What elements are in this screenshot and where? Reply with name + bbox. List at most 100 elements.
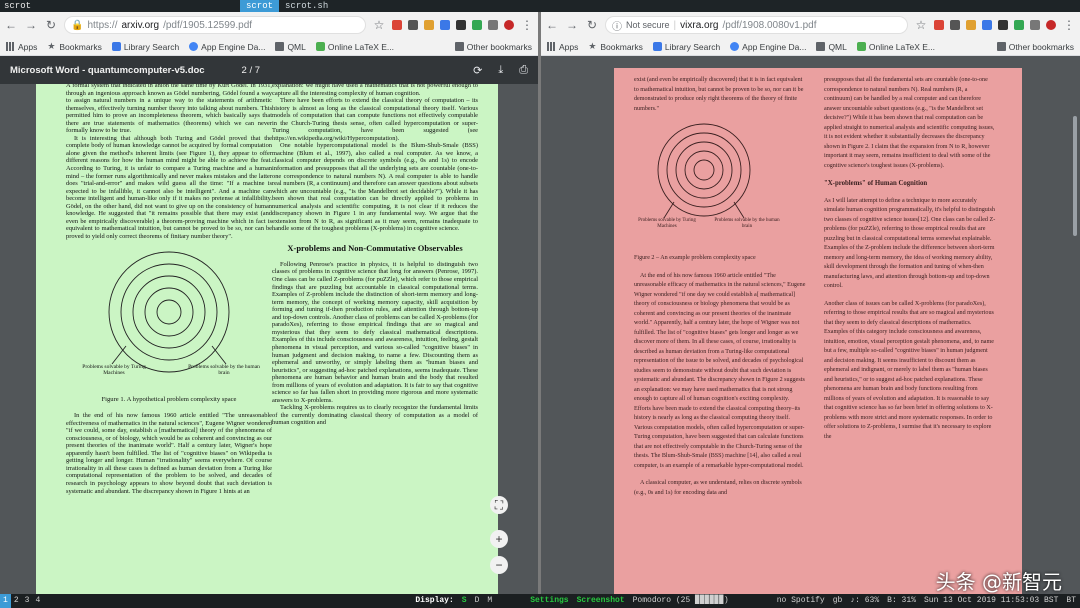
extension-icon-c[interactable] bbox=[424, 20, 434, 30]
bookmark-bookmarks[interactable]: ★ Bookmarks bbox=[588, 42, 643, 52]
forward-icon[interactable]: → bbox=[24, 18, 38, 32]
bluetooth-indicator[interactable]: BT bbox=[1062, 594, 1080, 608]
extension-icon-f[interactable] bbox=[472, 20, 482, 30]
latex-icon bbox=[856, 42, 866, 51]
extension-icon-d[interactable] bbox=[982, 20, 992, 30]
print-icon[interactable]: ⎙ bbox=[519, 64, 528, 77]
extension-icon-a[interactable] bbox=[392, 20, 402, 30]
paragraph: At the end of his now famous 1960 articl… bbox=[634, 272, 806, 469]
bookmark-other[interactable]: Other bookmarks bbox=[454, 42, 532, 52]
figure-caption: Figure 1. A hypothetical problem complex… bbox=[101, 396, 237, 404]
back-icon[interactable]: ← bbox=[545, 18, 559, 32]
rotate-icon[interactable]: ⟳ bbox=[473, 64, 482, 77]
paragraph: A formal system that indicated in anion … bbox=[66, 84, 272, 135]
bookmark-apps[interactable]: Apps bbox=[6, 42, 37, 52]
apps-icon bbox=[6, 42, 15, 51]
paragraph: As I will later attempt to define a tech… bbox=[824, 197, 996, 290]
terminal-title: scrot bbox=[4, 1, 32, 11]
extension-icon-h[interactable] bbox=[1046, 20, 1056, 30]
download-icon[interactable]: ⤓ bbox=[498, 64, 503, 77]
zoom-out-button[interactable]: − bbox=[490, 556, 508, 574]
bookmarks-bar: Apps ★ Bookmarks Library Search App Engin… bbox=[0, 38, 538, 56]
section-heading: "X-problems" of Human Cognition bbox=[824, 180, 928, 187]
bookmark-online-latex[interactable]: Online LaTeX E... bbox=[856, 42, 935, 52]
extension-icon-a[interactable] bbox=[934, 20, 944, 30]
forward-icon[interactable]: → bbox=[565, 18, 579, 32]
extension-icon-e[interactable] bbox=[998, 20, 1008, 30]
extension-icon-c[interactable] bbox=[966, 20, 976, 30]
star-icon[interactable]: ☆ bbox=[372, 18, 386, 32]
bookmarks-bar: Apps ★ Bookmarks Library Search App Engin… bbox=[541, 38, 1080, 56]
workspace-4[interactable]: 4 bbox=[32, 594, 43, 608]
settings-button[interactable]: Settings bbox=[526, 594, 572, 608]
extension-icon-b[interactable] bbox=[950, 20, 960, 30]
menu-icon[interactable]: ⋮ bbox=[1062, 18, 1076, 32]
fit-page-button[interactable]: ⛶ bbox=[490, 496, 508, 514]
extension-icon-f[interactable] bbox=[1014, 20, 1024, 30]
bookmark-app-engine[interactable]: App Engine Da... bbox=[189, 42, 265, 52]
bookmark-other[interactable]: Other bookmarks bbox=[996, 42, 1074, 52]
bookmark-app-engine[interactable]: App Engine Da... bbox=[730, 42, 806, 52]
watermark: 头条 @新智元 bbox=[935, 570, 1062, 594]
pdf-toolbar: Microsoft Word - quantumcomputer-v5.doc … bbox=[0, 56, 538, 84]
separator: | bbox=[673, 19, 677, 31]
figure-label-right: Problems solvable by the human brain bbox=[714, 218, 780, 229]
terminal-tab-scrot-sh[interactable]: scrot.sh bbox=[279, 0, 334, 12]
display-option-s[interactable]: S bbox=[458, 594, 471, 608]
paragraph: presupposes that all the fundamental set… bbox=[824, 77, 995, 169]
display-option-d[interactable]: D bbox=[471, 594, 484, 608]
folder-icon bbox=[454, 42, 464, 51]
screenshot-button[interactable]: Screenshot bbox=[573, 594, 629, 608]
address-bar[interactable]: ⓘ Not secure | vixra.org/pdf/1908.0080v1… bbox=[605, 16, 908, 34]
pdf-column-left: A formal system that indicated in anion … bbox=[66, 84, 272, 495]
workspace-1[interactable]: 1 bbox=[0, 594, 11, 608]
back-icon[interactable]: ← bbox=[4, 18, 18, 32]
pdf-title: Microsoft Word - quantumcomputer-v5.doc bbox=[10, 64, 205, 76]
extension-icon-d[interactable] bbox=[440, 20, 450, 30]
pdf-column-left: exist (and even be empirically discovere… bbox=[634, 76, 806, 498]
paragraph: Tackling X-problems requires us to clear… bbox=[272, 404, 478, 427]
bookmark-bookmarks[interactable]: ★ Bookmarks bbox=[47, 42, 102, 52]
paragraph: explanation: we might have used a mathem… bbox=[272, 84, 478, 97]
extension-icon-e[interactable] bbox=[456, 20, 466, 30]
volume-indicator[interactable]: ♪: 63% bbox=[846, 594, 883, 608]
reload-icon[interactable]: ↻ bbox=[44, 18, 58, 32]
bookmark-library-search[interactable]: Library Search bbox=[652, 42, 720, 52]
paragraph: A classical computer, as we understand, … bbox=[634, 480, 802, 496]
spotify-status: no Spotify bbox=[776, 596, 825, 605]
paragraph: In the end of his now famous 1960 articl… bbox=[66, 412, 272, 495]
bookmark-qml[interactable]: QML bbox=[275, 42, 306, 52]
workspace-2[interactable]: 2 bbox=[11, 594, 22, 608]
zoom-in-button[interactable]: + bbox=[490, 530, 508, 548]
extension-icon-b[interactable] bbox=[408, 20, 418, 30]
extension-icon-g[interactable] bbox=[488, 20, 498, 30]
pdf-viewer[interactable]: exist (and even be empirically discovere… bbox=[541, 56, 1080, 594]
display-option-m[interactable]: M bbox=[483, 594, 496, 608]
apps-icon bbox=[547, 42, 556, 51]
folder-icon bbox=[275, 42, 285, 51]
bookmark-online-latex[interactable]: Online LaTeX E... bbox=[315, 42, 394, 52]
reload-icon[interactable]: ↻ bbox=[585, 18, 599, 32]
workspace-3[interactable]: 3 bbox=[22, 594, 33, 608]
scrollbar[interactable] bbox=[1073, 116, 1077, 236]
star-icon[interactable]: ☆ bbox=[914, 18, 928, 32]
pomodoro-timer[interactable]: Pomodoro (25 ▉▉▉▉▉▉) bbox=[629, 594, 733, 608]
figure-label-left: Problems solvable by Turing Machines bbox=[82, 364, 146, 377]
bookmark-library-search[interactable]: Library Search bbox=[111, 42, 179, 52]
plus-icon: + bbox=[495, 532, 503, 546]
battery-indicator: B: 31% bbox=[887, 596, 916, 605]
extension-icon-g[interactable] bbox=[1030, 20, 1040, 30]
menu-icon[interactable]: ⋮ bbox=[520, 18, 534, 32]
right-omnibar: ← → ↻ ⓘ Not secure | vixra.org/pdf/1908.… bbox=[541, 12, 1080, 38]
bookmark-qml[interactable]: QML bbox=[816, 42, 847, 52]
star-icon: ★ bbox=[47, 41, 56, 51]
star-icon: ★ bbox=[588, 41, 597, 51]
pdf-viewer[interactable]: A formal system that indicated in anion … bbox=[0, 84, 538, 594]
page-indicator: 2 / 7 bbox=[241, 64, 261, 76]
address-bar[interactable]: 🔒 https://arxiv.org/pdf/1905.12599.pdf bbox=[64, 16, 366, 34]
bookmark-apps[interactable]: Apps bbox=[547, 42, 578, 52]
terminal-tab-bar: scrot scrot scrot.sh bbox=[0, 0, 1080, 12]
keyboard-layout[interactable]: gb bbox=[829, 594, 847, 608]
extension-icon-h[interactable] bbox=[504, 20, 514, 30]
terminal-tab-scrot[interactable]: scrot bbox=[240, 0, 280, 12]
